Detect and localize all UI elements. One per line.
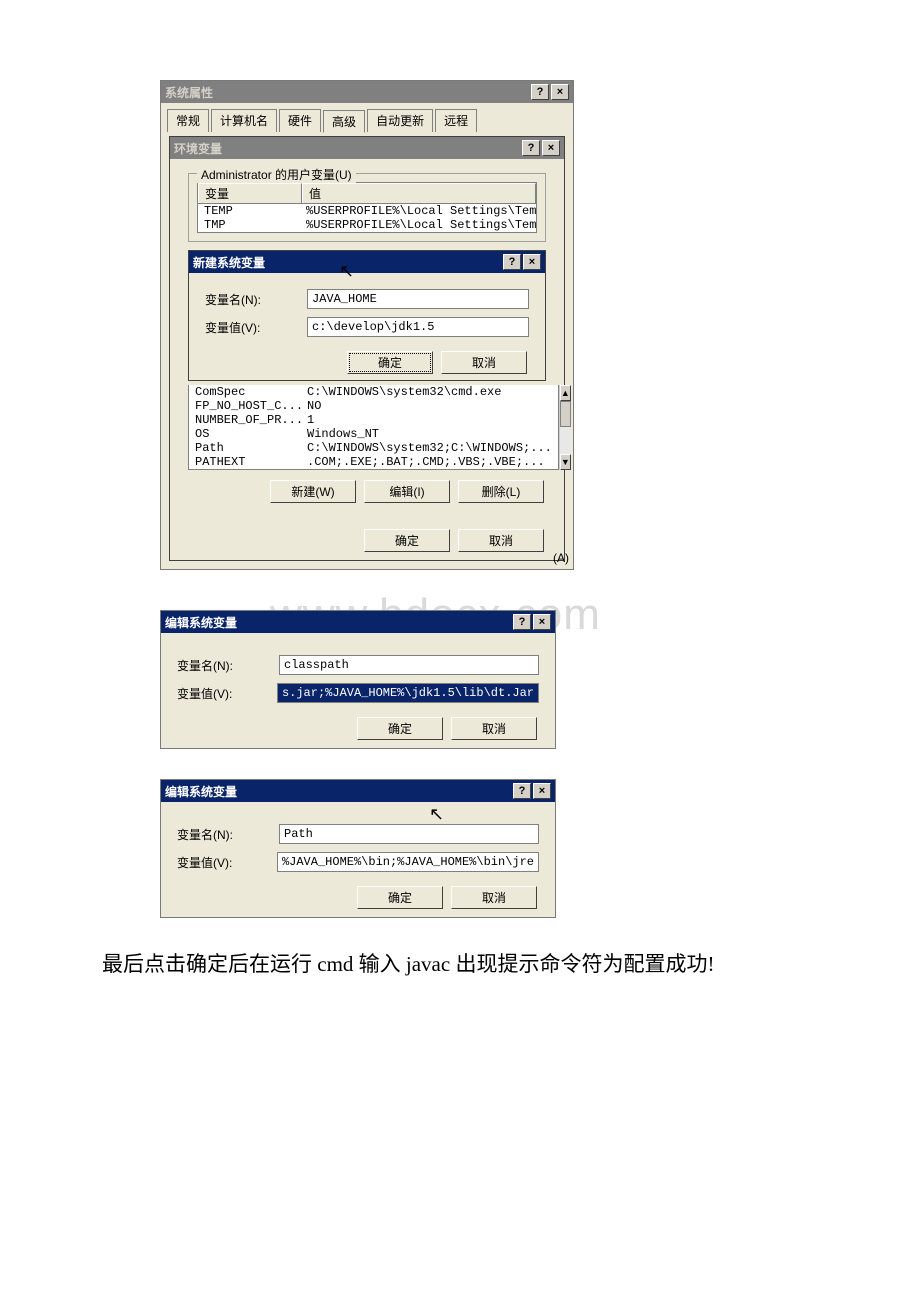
tab-advanced[interactable]: 高级 [323, 110, 365, 133]
var-value-label: 变量值(V): [177, 685, 265, 702]
help-icon[interactable]: ? [513, 614, 531, 630]
tab-hardware[interactable]: 硬件 [279, 109, 321, 132]
tab-general[interactable]: 常规 [167, 109, 209, 132]
cursor-icon: ↖ [339, 261, 354, 282]
list-item[interactable]: TEMP %USERPROFILE%\Local Settings\Temp [198, 204, 536, 218]
var-name-input[interactable]: classpath [279, 655, 539, 675]
new-button[interactable]: 新建(W) [270, 480, 356, 503]
cursor-icon: ↖ [429, 804, 444, 825]
list-item[interactable]: Path C:\WINDOWS\system32;C:\WINDOWS;... [189, 441, 558, 455]
var-name-input[interactable]: JAVA_HOME [307, 289, 529, 309]
list-item[interactable]: FP_NO_HOST_C... NO [189, 399, 558, 413]
dialog-title: 编辑系统变量 [165, 614, 237, 631]
user-vars-label: Administrator 的用户变量(U) [197, 166, 356, 183]
var-value-input[interactable]: %JAVA_HOME%\bin;%JAVA_HOME%\bin\jre [277, 852, 539, 872]
sys-vars-scrollbar[interactable]: ▲ ▼ [559, 385, 571, 470]
ok-button[interactable]: 确定 [347, 351, 433, 374]
cancel-button[interactable]: 取消 [451, 717, 537, 740]
user-col-var[interactable]: 变量 [198, 183, 302, 203]
cancel-button[interactable]: 取消 [451, 886, 537, 909]
var-value-label: 变量值(V): [177, 854, 265, 871]
scroll-up-icon[interactable]: ▲ [560, 385, 571, 401]
dialog-title: 编辑系统变量 [165, 783, 237, 800]
new-sys-var-dialog: 新建系统变量 ? × ↖ 变量名(N): JAVA_HOME [188, 250, 546, 381]
cancel-button[interactable]: 取消 [441, 351, 527, 374]
delete-button[interactable]: 删除(L) [458, 480, 544, 503]
sys-vars-list[interactable]: ComSpec C:\WINDOWS\system32\cmd.exe FP_N… [188, 385, 559, 470]
env-var-titlebar: 环境变量 ? × [170, 137, 564, 159]
help-icon[interactable]: ? [522, 140, 540, 156]
help-icon[interactable]: ? [503, 254, 521, 270]
cancel-button[interactable]: 取消 [458, 529, 544, 552]
ok-button[interactable]: 确定 [357, 717, 443, 740]
user-col-val[interactable]: 值 [302, 183, 536, 203]
var-value-input[interactable]: c:\develop\jdk1.5 [307, 317, 529, 337]
var-name-label: 变量名(N): [177, 657, 267, 674]
apply-hint: (A) [553, 551, 569, 565]
system-properties-title: 系统属性 [165, 84, 213, 101]
scroll-down-icon[interactable]: ▼ [560, 454, 571, 470]
list-item[interactable]: OS Windows_NT [189, 427, 558, 441]
scroll-thumb[interactable] [560, 401, 571, 427]
tab-computername[interactable]: 计算机名 [211, 109, 277, 132]
close-icon[interactable]: × [533, 783, 551, 799]
tab-remote[interactable]: 远程 [435, 109, 477, 132]
help-icon[interactable]: ? [531, 84, 549, 100]
list-item[interactable]: PATHEXT .COM;.EXE;.BAT;.CMD;.VBS;.VBE;..… [189, 455, 558, 469]
user-vars-group: Administrator 的用户变量(U) 变量 值 TEMP %USERPR… [188, 173, 546, 242]
system-properties-tabs: 常规 计算机名 硬件 高级 自动更新 远程 [161, 103, 573, 132]
edit-path-dialog: 编辑系统变量 ? × ↖ 变量名(N): Path 变量值(V): %JAVA_… [160, 779, 556, 918]
close-icon[interactable]: × [542, 140, 560, 156]
caption-text: 最后点击确定后在运行 cmd 输入 javac 出现提示命令符为配置成功! [60, 948, 860, 982]
new-sys-var-title: 新建系统变量 [193, 254, 265, 271]
close-icon[interactable]: × [523, 254, 541, 270]
ok-button[interactable]: 确定 [357, 886, 443, 909]
system-properties-dialog: 系统属性 ? × 常规 计算机名 硬件 高级 自动更新 远程 环境变量 [160, 80, 574, 570]
env-var-dialog: 环境变量 ? × Administrator 的用户变量(U) 变量 [169, 136, 565, 561]
edit-button[interactable]: 编辑(I) [364, 480, 450, 503]
var-value-label: 变量值(V): [205, 319, 295, 336]
close-icon[interactable]: × [533, 614, 551, 630]
new-sys-var-titlebar: 新建系统变量 ? × [189, 251, 545, 273]
ok-button[interactable]: 确定 [364, 529, 450, 552]
edit-path-titlebar: 编辑系统变量 ? × [161, 780, 555, 802]
var-name-label: 变量名(N): [177, 826, 267, 843]
list-item[interactable]: TMP %USERPROFILE%\Local Settings\Temp [198, 218, 536, 232]
env-var-title: 环境变量 [174, 140, 222, 157]
tab-autoupdate[interactable]: 自动更新 [367, 109, 433, 132]
system-properties-titlebar: 系统属性 ? × [161, 81, 573, 103]
var-name-label: 变量名(N): [205, 291, 295, 308]
edit-classpath-dialog: 编辑系统变量 ? × 变量名(N): classpath 变量值(V): s.j… [160, 610, 556, 749]
user-vars-list[interactable]: 变量 值 TEMP %USERPROFILE%\Local Settings\T… [197, 182, 537, 233]
edit-classpath-titlebar: 编辑系统变量 ? × [161, 611, 555, 633]
list-item[interactable]: NUMBER_OF_PR... 1 [189, 413, 558, 427]
help-icon[interactable]: ? [513, 783, 531, 799]
var-name-input[interactable]: Path [279, 824, 539, 844]
list-item[interactable]: ComSpec C:\WINDOWS\system32\cmd.exe [189, 385, 558, 399]
close-icon[interactable]: × [551, 84, 569, 100]
var-value-input[interactable]: s.jar;%JAVA_HOME%\jdk1.5\lib\dt.Jar [277, 683, 539, 703]
